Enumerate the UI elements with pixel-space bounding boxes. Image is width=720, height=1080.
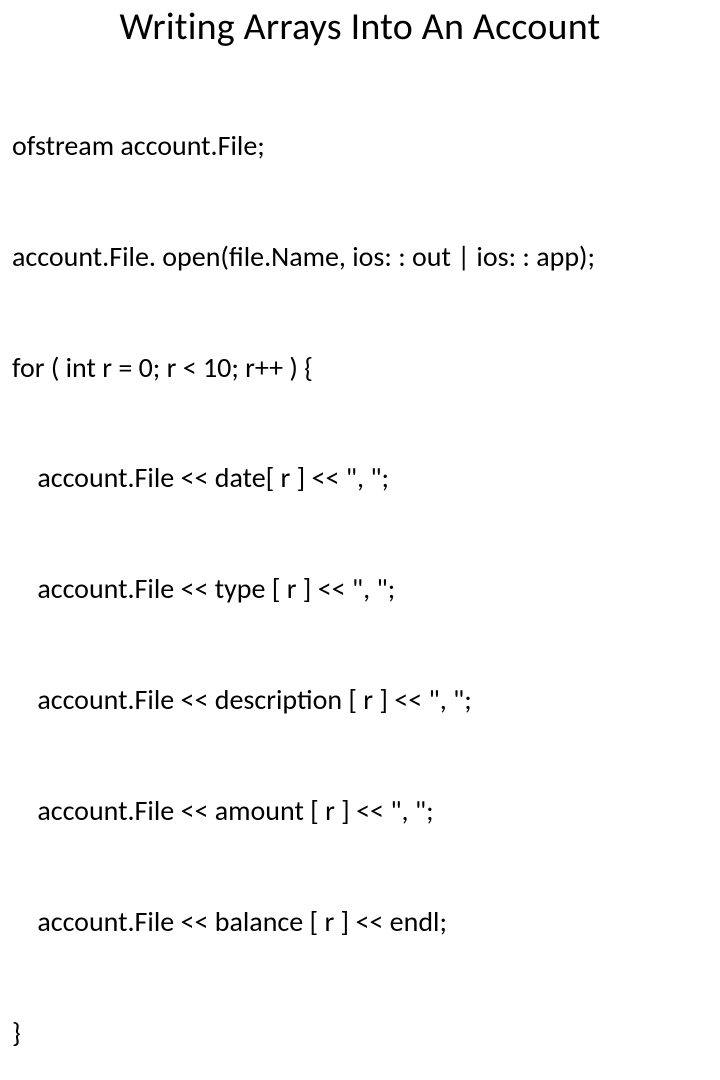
code-block: ofstream account.File; account.File. ope…	[12, 54, 708, 1080]
code-line: account.File << description [ r ] << ", …	[12, 682, 708, 719]
code-line: account.File << amount [ r ] << ", ";	[12, 793, 708, 830]
slide-title: Writing Arrays Into An Account	[12, 4, 708, 50]
code-line: }	[12, 1015, 708, 1052]
code-line: account.File << balance [ r ] << endl;	[12, 904, 708, 941]
slide: Writing Arrays Into An Account ofstream …	[0, 0, 720, 540]
code-line: for ( int r = 0; r < 10; r++ ) {	[12, 350, 708, 387]
code-line: account.File << date[ r ] << ", ";	[12, 460, 708, 497]
code-line: account.File. open(file.Name, ios: : out…	[12, 239, 708, 276]
code-line: account.File << type [ r ] << ", ";	[12, 571, 708, 608]
code-line: ofstream account.File;	[12, 128, 708, 165]
